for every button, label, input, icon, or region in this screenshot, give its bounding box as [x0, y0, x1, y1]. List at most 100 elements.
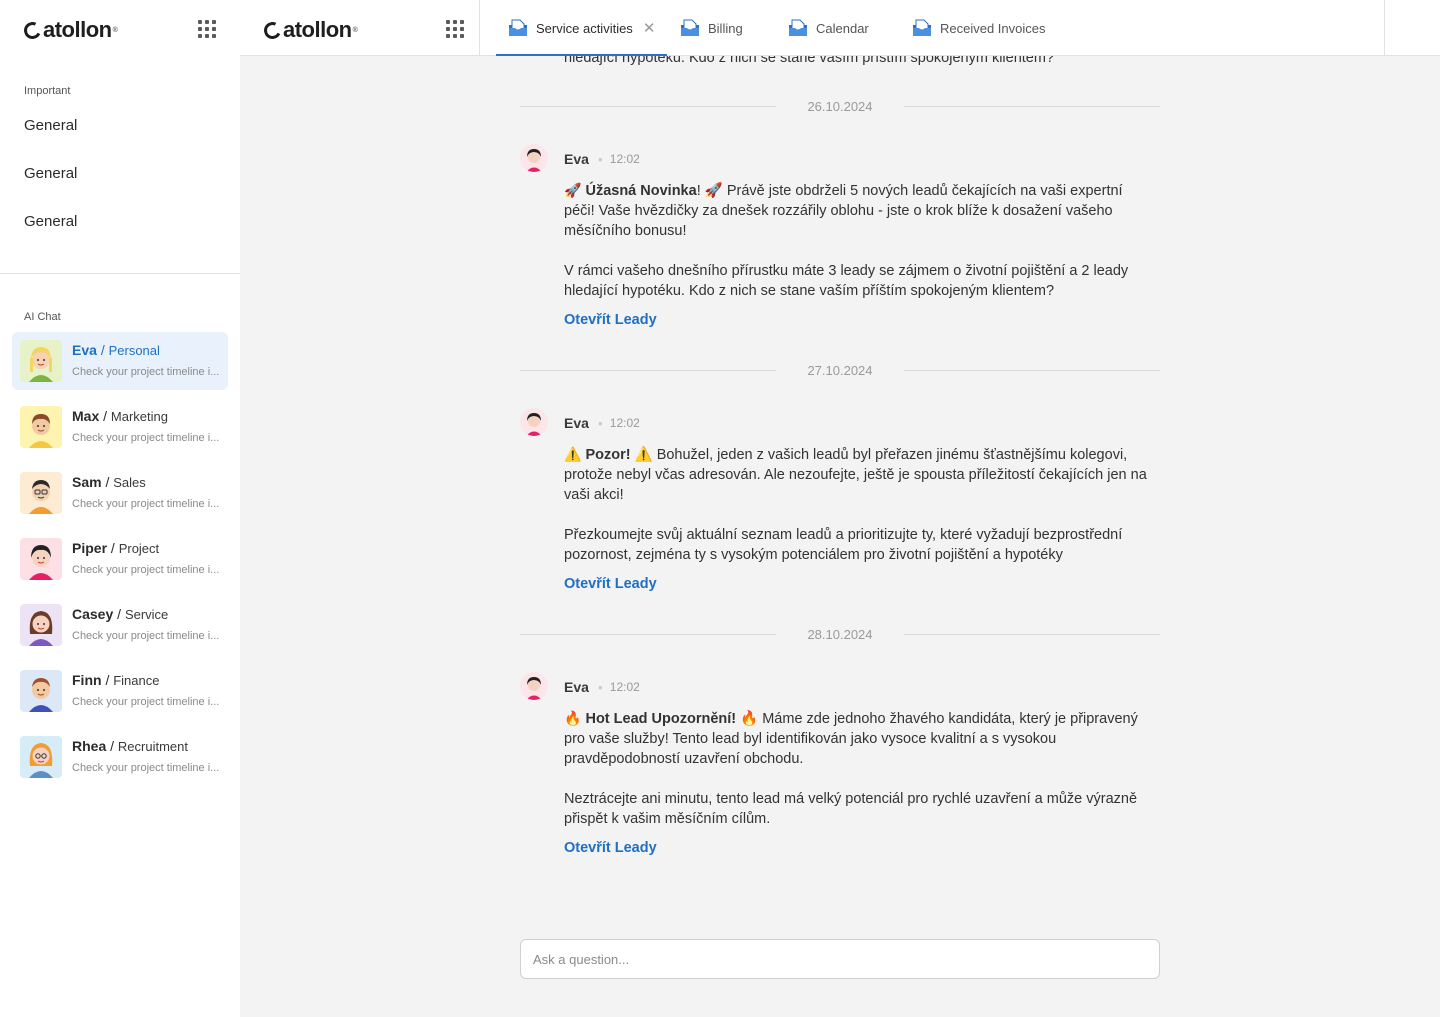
chat-preview-sam: Check your project timeline i... — [72, 498, 220, 510]
chat-item-rhea[interactable]: Rhea / Recruitment Check your project ti… — [12, 728, 228, 786]
open-leads-link[interactable]: Otevřít Leady — [564, 840, 657, 856]
message-partial-text: hledající hypotéku. Kdo z nich se stane … — [564, 56, 1055, 66]
topbar-divider — [479, 0, 480, 56]
avatar-max — [20, 406, 62, 448]
folder-inbox-icon — [681, 19, 699, 36]
atollon-logo-topbar[interactable]: atollon ® — [261, 15, 358, 45]
tab-billing[interactable]: Billing — [680, 0, 743, 56]
folder-inbox-icon — [913, 19, 931, 36]
chat-preview-rhea: Check your project timeline i... — [72, 762, 220, 774]
message-time: 12:02 — [609, 416, 640, 430]
registered-mark-icon: ® — [112, 26, 118, 34]
message-body: 🚀 Úžasná Novinka! 🚀 Právě jste obdrželi … — [564, 180, 1154, 301]
message-body: ⚠️ Pozor! ⚠️ Bohužel, jeden z vašich lea… — [564, 444, 1154, 565]
message-header: Eva ● 12:02 — [564, 679, 640, 695]
ask-question-input[interactable] — [520, 939, 1160, 979]
tab-service-activities[interactable]: Service activities ✕ — [496, 0, 668, 56]
important-section-label: Important — [24, 85, 71, 97]
chat-item-piper[interactable]: Piper / Project Check your project timel… — [12, 530, 228, 588]
topbar-divider-right — [1384, 0, 1385, 56]
message-highlight: Úžasná Novinka — [585, 183, 697, 199]
close-icon[interactable]: ✕ — [643, 19, 656, 37]
chat-preview-finn: Check your project timeline i... — [72, 696, 220, 708]
conversation-panel: hledající hypotéku. Kdo z nich se stane … — [240, 56, 1440, 1017]
nav-item-general-1[interactable]: General — [24, 117, 77, 134]
sidebar-divider — [0, 273, 240, 274]
avatar-piper — [20, 538, 62, 580]
date-label: 28.10.2024 — [807, 627, 873, 642]
avatar-rhea — [20, 736, 62, 778]
message-author: Eva — [564, 679, 589, 695]
date-label: 27.10.2024 — [807, 363, 873, 378]
message-header: Eva ● 12:02 — [564, 415, 640, 431]
date-separator: 28.10.2024 — [520, 625, 1160, 645]
rocket-icon: 🚀 — [564, 182, 582, 198]
message-text: V rámci vašeho dnešního přírustku máte 3… — [564, 263, 1129, 299]
logo-text: atollon — [43, 17, 112, 42]
logo-text: atollon — [283, 17, 352, 42]
top-bar: atollon ® Service activities ✕ Billing Ca… — [240, 0, 1440, 56]
avatar-sam — [20, 472, 62, 514]
message-author: Eva — [564, 415, 589, 431]
message-text: Přezkoumejte svůj aktuální seznam leadů … — [564, 527, 1123, 563]
apps-grid-icon[interactable] — [446, 20, 464, 38]
chat-title-finn: Finn / Finance — [72, 672, 160, 688]
separator-dot-icon: ● — [597, 154, 603, 164]
chat-item-sam[interactable]: Sam / Sales Check your project timeline … — [12, 464, 228, 522]
folder-inbox-icon — [509, 19, 527, 36]
date-separator: 27.10.2024 — [520, 361, 1160, 381]
folder-inbox-icon — [789, 19, 807, 36]
avatar-eva-small — [520, 672, 548, 700]
chat-title-piper: Piper / Project — [72, 540, 160, 556]
message-text: Neztrácejte ani minutu, tento lead má ve… — [564, 791, 1138, 827]
chat-title-sam: Sam / Sales — [72, 474, 146, 490]
tab-label: Billing — [708, 20, 743, 36]
tab-received-invoices[interactable]: Received Invoices — [912, 0, 1046, 56]
message-highlight: Hot Lead Upozornění! — [585, 711, 737, 727]
sidebar: atollon ® Important General General Gener… — [0, 0, 240, 1017]
separator-dot-icon: ● — [597, 682, 603, 692]
message-time: 12:02 — [609, 152, 640, 166]
message-author: Eva — [564, 151, 589, 167]
avatar-eva — [20, 340, 62, 382]
tab-label: Calendar — [816, 20, 869, 36]
chat-title-max: Max / Marketing — [72, 408, 168, 424]
tab-label: Received Invoices — [940, 20, 1046, 36]
message-body: 🔥 Hot Lead Upozornění! 🔥 Máme zde jednoh… — [564, 708, 1154, 829]
chat-item-casey[interactable]: Casey / Service Check your project timel… — [12, 596, 228, 654]
date-label: 26.10.2024 — [807, 99, 873, 114]
message-time: 12:02 — [609, 680, 640, 694]
logo-ring-icon — [21, 19, 44, 41]
fire-icon: 🔥 — [564, 710, 582, 726]
nav-item-general-3[interactable]: General — [24, 213, 77, 230]
apps-grid-icon[interactable] — [198, 20, 216, 38]
registered-mark-icon: ® — [352, 26, 358, 34]
avatar-eva-small — [520, 408, 548, 436]
chat-title-eva: Eva / Personal — [72, 342, 160, 358]
tab-calendar[interactable]: Calendar — [788, 0, 869, 56]
logo-ring-icon — [261, 19, 284, 41]
nav-item-general-2[interactable]: General — [24, 165, 77, 182]
chat-item-max[interactable]: Max / Marketing Check your project timel… — [12, 398, 228, 456]
message-text: ⚠️ Bohužel, jeden z vašich leadů byl pře… — [564, 447, 1147, 503]
open-leads-link[interactable]: Otevřít Leady — [564, 312, 657, 328]
avatar-casey — [20, 604, 62, 646]
chat-item-finn[interactable]: Finn / Finance Check your project timeli… — [12, 662, 228, 720]
separator-dot-icon: ● — [597, 418, 603, 428]
avatar-eva-small — [520, 144, 548, 172]
chat-title-casey: Casey / Service — [72, 606, 169, 622]
ai-chat-section-label: AI Chat — [24, 311, 61, 323]
message-highlight: Pozor! — [585, 447, 631, 463]
message-header: Eva ● 12:02 — [564, 151, 640, 167]
chat-preview-eva: Check your project timeline i... — [72, 366, 220, 378]
chat-preview-max: Check your project timeline i... — [72, 432, 220, 444]
atollon-logo[interactable]: atollon ® — [21, 15, 118, 45]
avatar-finn — [20, 670, 62, 712]
date-separator: 26.10.2024 — [520, 97, 1160, 117]
chat-preview-piper: Check your project timeline i... — [72, 564, 220, 576]
chat-title-rhea: Rhea / Recruitment — [72, 738, 188, 754]
open-leads-link[interactable]: Otevřít Leady — [564, 576, 657, 592]
chat-preview-casey: Check your project timeline i... — [72, 630, 220, 642]
warning-icon: ⚠️ — [564, 446, 582, 462]
chat-item-eva[interactable]: Eva / Personal Check your project timeli… — [12, 332, 228, 390]
